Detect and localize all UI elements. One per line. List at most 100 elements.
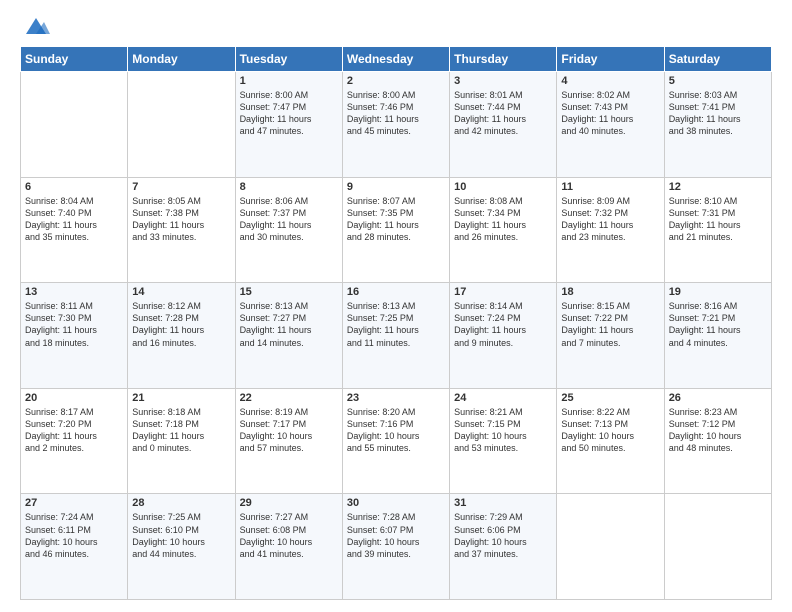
cell-info: and 47 minutes. xyxy=(240,125,338,137)
cell-info: Sunset: 7:27 PM xyxy=(240,312,338,324)
calendar-week-1: 1Sunrise: 8:00 AMSunset: 7:47 PMDaylight… xyxy=(21,72,772,178)
calendar-cell: 13Sunrise: 8:11 AMSunset: 7:30 PMDayligh… xyxy=(21,283,128,389)
calendar-cell: 24 Sunrise: 8:21 AMSunset: 7:15 PMDayligh… xyxy=(450,388,557,494)
cell-info: Sunrise: 8:23 AM xyxy=(669,406,767,418)
day-number: 31 xyxy=(454,497,552,509)
cell-info: Daylight: 11 hours xyxy=(561,219,659,231)
cell-info: Daylight: 11 hours xyxy=(132,324,230,336)
cell-info: Daylight: 11 hours xyxy=(669,113,767,125)
cell-info: and 18 minutes. xyxy=(25,337,123,349)
cell-info: Daylight: 10 hours xyxy=(347,430,445,442)
cell-info: Sunrise: 8:16 AM xyxy=(669,300,767,312)
cell-info: Sunset: 7:24 PM xyxy=(454,312,552,324)
cell-info: Sunset: 6:11 PM xyxy=(25,524,123,536)
cell-info: Sunset: 7:20 PM xyxy=(25,418,123,430)
day-number: 29 xyxy=(240,497,338,509)
cell-info: and 55 minutes. xyxy=(347,442,445,454)
cell-info: Sunset: 7:34 PM xyxy=(454,207,552,219)
day-number: 19 xyxy=(669,286,767,298)
calendar-cell: 17Sunrise: 8:14 AMSunset: 7:24 PMDayligh… xyxy=(450,283,557,389)
day-number: 30 xyxy=(347,497,445,509)
cell-info: and 48 minutes. xyxy=(669,442,767,454)
calendar-cell: 27Sunrise: 7:24 AMSunset: 6:11 PMDayligh… xyxy=(21,494,128,600)
cell-info: Daylight: 10 hours xyxy=(240,536,338,548)
cell-info: Sunset: 6:10 PM xyxy=(132,524,230,536)
day-number: 10 xyxy=(454,181,552,193)
cell-info: and 42 minutes. xyxy=(454,125,552,137)
day-number: 16 xyxy=(347,286,445,298)
cell-info: and 39 minutes. xyxy=(347,548,445,560)
calendar-cell: 4Sunrise: 8:02 AMSunset: 7:43 PMDaylight… xyxy=(557,72,664,178)
cell-info: Sunset: 7:38 PM xyxy=(132,207,230,219)
day-number: 11 xyxy=(561,181,659,193)
calendar-table: SundayMondayTuesdayWednesdayThursdayFrid… xyxy=(20,46,772,600)
calendar-cell: 5Sunrise: 8:03 AMSunset: 7:41 PMDaylight… xyxy=(664,72,771,178)
cell-info: Sunset: 7:17 PM xyxy=(240,418,338,430)
header xyxy=(20,16,772,36)
cell-info: Daylight: 11 hours xyxy=(669,219,767,231)
cell-info: Daylight: 11 hours xyxy=(240,219,338,231)
calendar-cell: 8Sunrise: 8:06 AMSunset: 7:37 PMDaylight… xyxy=(235,177,342,283)
day-number: 5 xyxy=(669,75,767,87)
cell-info: Sunset: 6:07 PM xyxy=(347,524,445,536)
cell-info: Sunset: 6:06 PM xyxy=(454,524,552,536)
day-number: 7 xyxy=(132,181,230,193)
calendar-week-4: 20Sunrise: 8:17 AMSunset: 7:20 PMDayligh… xyxy=(21,388,772,494)
calendar-week-2: 6Sunrise: 8:04 AMSunset: 7:40 PMDaylight… xyxy=(21,177,772,283)
cell-info: Sunrise: 8:00 AM xyxy=(240,89,338,101)
day-number: 24 xyxy=(454,392,552,404)
cell-info: Sunset: 7:40 PM xyxy=(25,207,123,219)
cell-info: Sunrise: 8:13 AM xyxy=(240,300,338,312)
calendar-cell: 25Sunrise: 8:22 AMSunset: 7:13 PMDayligh… xyxy=(557,388,664,494)
calendar-cell: 7Sunrise: 8:05 AMSunset: 7:38 PMDaylight… xyxy=(128,177,235,283)
cell-info: Daylight: 10 hours xyxy=(132,536,230,548)
calendar-cell: 19Sunrise: 8:16 AMSunset: 7:21 PMDayligh… xyxy=(664,283,771,389)
calendar-header-saturday: Saturday xyxy=(664,47,771,72)
cell-info: Daylight: 10 hours xyxy=(25,536,123,548)
cell-info: Sunrise: 8:08 AM xyxy=(454,195,552,207)
calendar-cell: 28Sunrise: 7:25 AMSunset: 6:10 PMDayligh… xyxy=(128,494,235,600)
cell-info: and 4 minutes. xyxy=(669,337,767,349)
cell-info: and 40 minutes. xyxy=(561,125,659,137)
day-number: 3 xyxy=(454,75,552,87)
cell-info: Daylight: 10 hours xyxy=(454,536,552,548)
cell-info: and 11 minutes. xyxy=(347,337,445,349)
cell-info: Sunrise: 7:27 AM xyxy=(240,511,338,523)
cell-info: and 45 minutes. xyxy=(347,125,445,137)
cell-info: Daylight: 11 hours xyxy=(240,113,338,125)
cell-info: Sunset: 7:30 PM xyxy=(25,312,123,324)
calendar-cell: 29Sunrise: 7:27 AMSunset: 6:08 PMDayligh… xyxy=(235,494,342,600)
calendar-cell: 14Sunrise: 8:12 AMSunset: 7:28 PMDayligh… xyxy=(128,283,235,389)
cell-info: Daylight: 11 hours xyxy=(347,324,445,336)
cell-info: and 26 minutes. xyxy=(454,231,552,243)
cell-info: Sunset: 7:37 PM xyxy=(240,207,338,219)
cell-info: Daylight: 11 hours xyxy=(25,219,123,231)
cell-info: and 14 minutes. xyxy=(240,337,338,349)
day-number: 27 xyxy=(25,497,123,509)
day-number: 1 xyxy=(240,75,338,87)
cell-info: Daylight: 11 hours xyxy=(25,430,123,442)
day-number: 9 xyxy=(347,181,445,193)
calendar-cell: 11Sunrise: 8:09 AMSunset: 7:32 PMDayligh… xyxy=(557,177,664,283)
day-number: 26 xyxy=(669,392,767,404)
cell-info: Sunrise: 7:28 AM xyxy=(347,511,445,523)
cell-info: Sunrise: 8:20 AM xyxy=(347,406,445,418)
cell-info: Daylight: 10 hours xyxy=(454,430,552,442)
cell-info: Daylight: 11 hours xyxy=(240,324,338,336)
cell-info: Sunset: 7:15 PM xyxy=(454,418,552,430)
cell-info: Sunset: 7:47 PM xyxy=(240,101,338,113)
cell-info: and 16 minutes. xyxy=(132,337,230,349)
cell-info: Sunrise: 8:00 AM xyxy=(347,89,445,101)
calendar-cell: 2Sunrise: 8:00 AMSunset: 7:46 PMDaylight… xyxy=(342,72,449,178)
day-number: 8 xyxy=(240,181,338,193)
cell-info: Sunrise: 8:21 AM xyxy=(454,406,552,418)
calendar-cell: 1 Sunrise: 8:00 AMSunset: 7:47 PMDaylight… xyxy=(235,72,342,178)
cell-info: and 50 minutes. xyxy=(561,442,659,454)
cell-info: and 33 minutes. xyxy=(132,231,230,243)
calendar-cell: 26Sunrise: 8:23 AMSunset: 7:12 PMDayligh… xyxy=(664,388,771,494)
calendar-cell: 21Sunrise: 8:18 AMSunset: 7:18 PMDayligh… xyxy=(128,388,235,494)
day-number: 23 xyxy=(347,392,445,404)
cell-info: Sunset: 7:43 PM xyxy=(561,101,659,113)
calendar-cell: 22Sunrise: 8:19 AMSunset: 7:17 PMDayligh… xyxy=(235,388,342,494)
cell-info: Daylight: 10 hours xyxy=(561,430,659,442)
